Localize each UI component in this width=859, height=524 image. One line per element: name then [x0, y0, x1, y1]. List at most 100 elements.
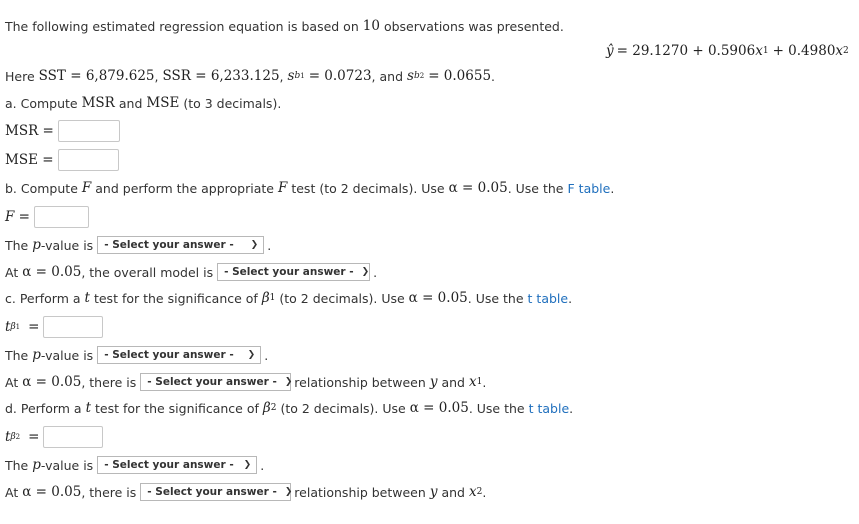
f-input[interactable] [33, 206, 89, 228]
sb1-sub: 1 [300, 72, 305, 80]
part-c-label: c. Perform a [5, 290, 81, 306]
beta-sub: 1 [269, 293, 276, 303]
msr-input[interactable] [57, 120, 120, 142]
period: . [610, 180, 615, 196]
model-text: , the overall model is [81, 264, 214, 280]
p-symbol: p [32, 457, 41, 473]
equation-x2-sub: 2 [843, 46, 849, 56]
here-label: Here [5, 68, 35, 84]
equation-x1-sub: 1 [762, 46, 769, 56]
x-symbol: x [468, 374, 477, 390]
t-table-link[interactable]: t table [528, 291, 569, 306]
part-d-rest: (to 2 decimals). Use [280, 400, 406, 416]
part-c-pvalue-select[interactable]: - Select your answer - ❯ [97, 346, 262, 364]
part-a-label: a. Compute [5, 95, 78, 111]
f-symbol: F [81, 180, 92, 196]
intro-line: The following estimated regression equat… [5, 18, 564, 34]
equation-x1: x [755, 43, 763, 59]
t-beta1-input[interactable] [43, 316, 104, 338]
period: . [482, 484, 487, 500]
part-d-pvalue-select[interactable]: - Select your answer - ❯ [97, 456, 258, 474]
t-symbol: t [84, 290, 90, 306]
the-text: The [5, 457, 29, 473]
at-text: At [5, 484, 19, 500]
t-beta1-row: tβ1 = [5, 316, 104, 338]
t-beta2-input[interactable] [43, 426, 104, 448]
and-text: and [441, 374, 465, 390]
there-is-text: , there is [81, 374, 137, 390]
part-b-pvalue-select[interactable]: - Select your answer - ❯ [97, 236, 265, 254]
beta-symbol: β [261, 290, 270, 306]
there-is-text: , there is [81, 484, 137, 500]
chevron-down-icon: ❯ [243, 460, 252, 470]
select-placeholder: - Select your answer - [104, 459, 234, 471]
intro-text2: observations was presented. [383, 18, 564, 34]
part-c-prompt: c. Perform a t test for the significance… [5, 290, 572, 306]
part-b-model-row: At α = 0.05 , the overall model is - Sel… [5, 263, 377, 281]
part-b-pvalue-row: The p -value is - Select your answer - ❯… [5, 236, 271, 254]
period: . [491, 68, 496, 84]
part-d-relationship-select[interactable]: - Select your answer - ❯ [140, 483, 292, 501]
equals: = [28, 319, 40, 335]
msr-term: MSR [81, 95, 115, 111]
equation-x2: x [835, 43, 844, 59]
part-a-rest: (to 3 decimals). [183, 95, 282, 111]
at-text: At [5, 264, 19, 280]
the-text: The [5, 347, 29, 363]
sb1-value: = 0.0723 [308, 68, 372, 84]
period: . [373, 264, 378, 280]
intro-text: The following estimated regression equat… [5, 18, 359, 34]
part-b-model-select[interactable]: - Select your answer - ❯ [217, 263, 371, 281]
t-beta2-row: tβ2 = [5, 426, 104, 448]
chevron-down-icon: ❯ [247, 350, 256, 360]
x-symbol: x [468, 484, 477, 500]
intro-n: 10 [362, 18, 380, 34]
msr-row: MSR = [5, 120, 120, 142]
relationship-text: relationship between [294, 374, 426, 390]
part-a-prompt: a. Compute MSR and MSE (to 3 decimals). [5, 95, 281, 111]
part-b-rest: test (to 2 decimals). Use [291, 180, 445, 196]
mse-row: MSE = [5, 149, 119, 171]
select-placeholder: - Select your answer - [147, 486, 277, 498]
select-placeholder: - Select your answer - [224, 266, 354, 278]
f-row: F = [5, 206, 89, 228]
part-d-relationship-row: At α = 0.05 , there is - Select your ans… [5, 483, 486, 501]
alpha-value: α = 0.05 [22, 264, 82, 280]
question-page: The following estimated regression equat… [0, 0, 859, 524]
t-symbol: t [85, 400, 92, 416]
alpha-value: α = 0.05 [408, 290, 468, 306]
period: . [267, 237, 272, 253]
and-text: , and [371, 68, 404, 84]
sb1-symbol: s [287, 68, 295, 84]
alpha-value: α = 0.05 [22, 484, 82, 500]
the-text: The [5, 237, 29, 253]
f-field-label: F = [5, 209, 30, 225]
and-text: and [441, 484, 465, 500]
alpha-value: α = 0.05 [448, 180, 508, 196]
part-c-relationship-select[interactable]: - Select your answer - ❯ [140, 373, 292, 391]
pvalue-suffix: -value is [40, 457, 94, 473]
p-symbol: p [32, 237, 41, 253]
sb2-sub: 2 [419, 72, 425, 80]
f-symbol: F [277, 180, 288, 196]
y-symbol: y [429, 374, 438, 390]
part-b-prompt: b. Compute F and perform the appropriate… [5, 180, 614, 196]
use-the-text: . Use the [507, 180, 564, 196]
yhat-symbol: ŷ [606, 43, 614, 59]
at-text: At [5, 374, 19, 390]
alpha-value: α = 0.05 [22, 374, 82, 390]
f-table-link[interactable]: F table [568, 181, 611, 196]
period: . [568, 290, 573, 306]
mse-input[interactable] [57, 149, 119, 171]
chevron-down-icon: ❯ [361, 267, 370, 277]
equation-part1: = 29.1270 + 0.5906 [616, 43, 756, 59]
select-placeholder: - Select your answer - [147, 376, 277, 388]
part-c-mid: test for the significance of [93, 290, 258, 306]
pvalue-suffix: -value is [40, 237, 94, 253]
t-table-link[interactable]: t table [529, 401, 570, 416]
y-symbol: y [429, 484, 438, 500]
period: . [569, 400, 574, 416]
relationship-text: relationship between [294, 484, 426, 500]
msr-field-label: MSR = [5, 123, 54, 139]
part-b-label: b. Compute [5, 180, 78, 196]
